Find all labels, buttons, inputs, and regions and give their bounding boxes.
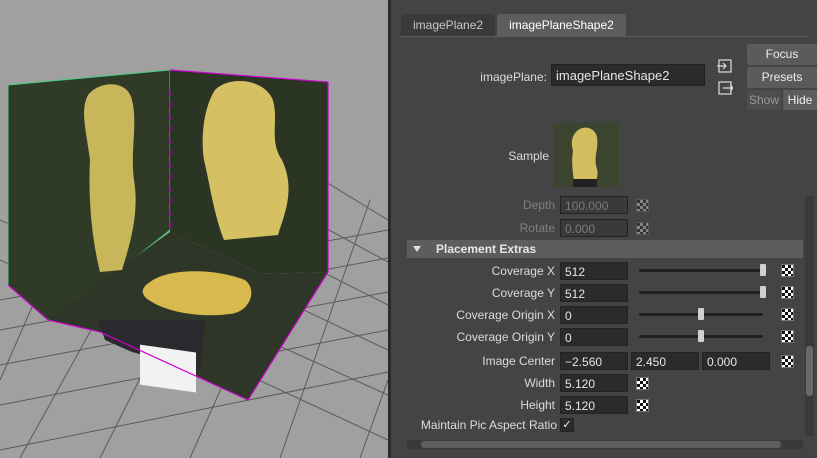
vertical-scrollbar[interactable] <box>805 196 814 436</box>
viewport-scene[interactable] <box>0 0 388 458</box>
coverage-x-label: Coverage X <box>491 264 555 278</box>
sample-label <box>140 344 196 393</box>
rotate-map-icon[interactable] <box>636 222 649 235</box>
height-field[interactable]: 5.120 <box>560 396 628 414</box>
sample-thumbnail <box>553 123 619 187</box>
height-label: Height <box>520 398 555 412</box>
coverage-origin-y-slider-handle[interactable] <box>698 330 704 342</box>
coverage-origin-x-slider-handle[interactable] <box>698 308 704 320</box>
coverage-origin-y-field[interactable]: 0 <box>560 328 628 346</box>
maintain-aspect-label: Maintain Pic Aspect Ratio <box>420 418 557 432</box>
output-connection-icon[interactable] <box>717 80 733 96</box>
coverage-origin-y-map-icon[interactable] <box>781 330 794 343</box>
coverage-origin-x-label: Coverage Origin X <box>456 308 555 322</box>
depth-label: Depth <box>522 198 555 212</box>
collapse-triangle-icon[interactable] <box>413 246 421 252</box>
tab-imageplane2[interactable]: imagePlane2 <box>401 14 496 36</box>
coverage-y-slider[interactable] <box>639 291 763 294</box>
image-center-label: Image Center <box>482 354 555 368</box>
show-button[interactable]: Show <box>747 90 781 110</box>
tab-imageplaneshape2[interactable]: imagePlaneShape2 <box>497 14 626 36</box>
depth-map-icon[interactable] <box>636 199 649 212</box>
image-center-x-field[interactable]: −2.560 <box>560 352 628 370</box>
tab-underline <box>401 36 807 37</box>
rotate-label: Rotate <box>519 221 555 235</box>
viewport-3d[interactable] <box>0 0 388 458</box>
image-plane-field[interactable]: imagePlaneShape2 <box>551 64 705 86</box>
coverage-origin-x-field[interactable]: 0 <box>560 306 628 324</box>
coverage-x-field[interactable]: 512 <box>560 262 628 280</box>
maintain-aspect-checkbox[interactable]: ✓ <box>560 418 574 432</box>
width-label: Width <box>524 376 555 390</box>
width-field[interactable]: 5.120 <box>560 374 628 392</box>
coverage-y-slider-handle[interactable] <box>760 286 766 298</box>
presets-button[interactable]: Presets <box>747 67 817 88</box>
coverage-y-field[interactable]: 512 <box>560 284 628 302</box>
horizontal-scroll-thumb[interactable] <box>421 441 781 448</box>
image-center-map-icon[interactable] <box>781 355 794 368</box>
coverage-origin-y-label: Coverage Origin Y <box>456 330 556 344</box>
height-map-icon[interactable] <box>636 399 649 412</box>
tab-bar: imagePlane2 imagePlaneShape2 <box>401 14 628 36</box>
coverage-x-map-icon[interactable] <box>781 264 794 277</box>
coverage-y-map-icon[interactable] <box>781 286 794 299</box>
rotate-field[interactable]: 0.000 <box>560 219 628 237</box>
depth-field[interactable]: 100.000 <box>560 196 628 214</box>
placement-extras-header[interactable]: Placement Extras <box>407 240 803 258</box>
input-connection-icon[interactable] <box>717 58 733 74</box>
sample-label: Sample <box>508 149 549 163</box>
coverage-x-slider-handle[interactable] <box>760 264 766 276</box>
image-center-z-field[interactable]: 0.000 <box>702 352 770 370</box>
coverage-x-slider[interactable] <box>639 269 763 272</box>
attribute-editor: imagePlane2 imagePlaneShape2 imagePlane:… <box>391 0 817 458</box>
horizontal-scrollbar[interactable] <box>407 440 803 449</box>
coverage-origin-x-map-icon[interactable] <box>781 308 794 321</box>
image-plane-label: imagePlane: <box>480 70 547 84</box>
hide-button[interactable]: Hide <box>783 90 817 110</box>
focus-button[interactable]: Focus <box>747 44 817 65</box>
image-center-y-field[interactable]: 2.450 <box>631 352 699 370</box>
vertical-scroll-thumb[interactable] <box>806 346 813 396</box>
coverage-y-label: Coverage Y <box>491 286 555 300</box>
width-map-icon[interactable] <box>636 377 649 390</box>
placement-extras-title: Placement Extras <box>436 242 537 256</box>
